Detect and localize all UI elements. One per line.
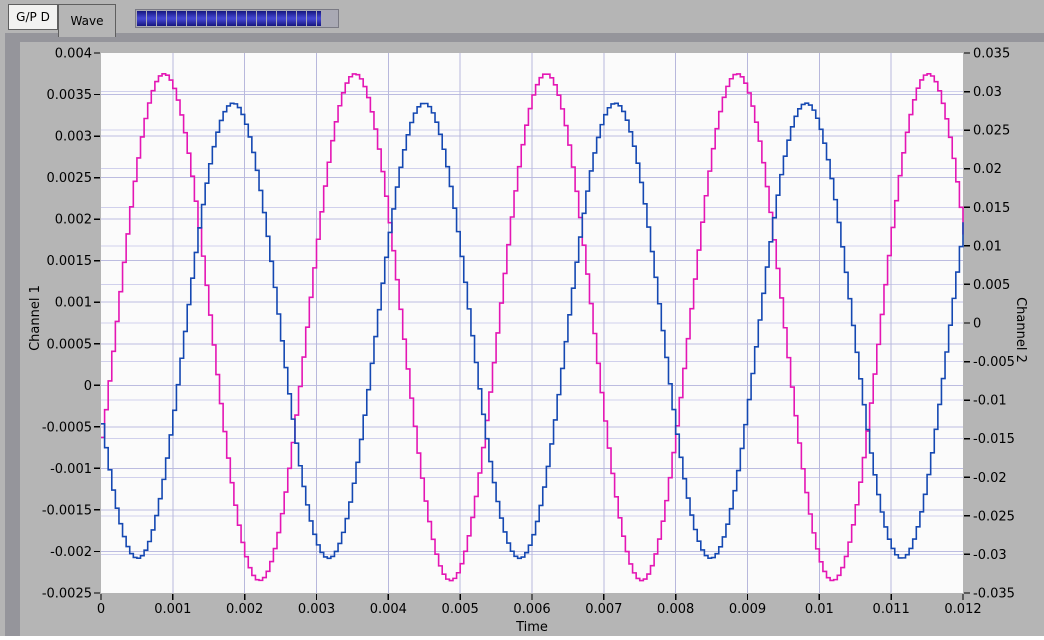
x-tick-label: 0.006 [513,602,550,617]
y-right-tick-label: -0.035 [973,587,1015,602]
progress-bar [135,9,339,28]
y-left-tick-label: 0.0035 [47,88,93,103]
y-right-tick-label: 0.01 [973,239,1002,254]
y-right-tick-label: -0.015 [973,432,1015,447]
y-left-tick-label: 0.001 [55,296,92,311]
progress-segment [197,11,206,26]
x-tick-label: 0.011 [873,602,910,617]
y-right-tick-label: 0.035 [973,47,1010,62]
progress-segment [317,11,321,26]
progress-segment [307,11,316,26]
y-right-axis-title: Channel 2 [1013,297,1028,363]
progress-segment [277,11,286,26]
x-tick-label: 0.001 [154,602,191,617]
x-tick-label: 0 [97,602,105,617]
progress-segment [247,11,256,26]
waveform-plot: 0.004 0.0035 0.003 0.0025 0.002 0.0015 0.001 0.… [28,47,1028,636]
x-tick-label: 0.012 [944,602,981,617]
y-left-tick-label: -0.001 [50,462,92,477]
progress-segment [207,11,216,26]
tab-gpd[interactable]: G/P D [8,4,58,30]
y-right-tick-label: 0.005 [973,278,1010,293]
y-right-tick-label: 0.015 [973,201,1010,216]
tab-strip: G/P D Wave [0,0,1044,37]
progress-segment [217,11,226,26]
y-left-tick-label: -0.002 [50,545,92,560]
y-right-tick-label: -0.02 [973,471,1007,486]
progress-segment [267,11,276,26]
x-tick-label: 0.009 [729,602,766,617]
y-right-tick-label: 0.025 [973,124,1010,139]
progress-segment [177,11,186,26]
x-tick-label: 0.002 [226,602,263,617]
progress-segment [157,11,166,26]
x-tick-label: 0.008 [657,602,694,617]
y-right-tick-label: 0.02 [973,162,1002,177]
x-tick-label: 0.01 [805,602,834,617]
tab-gpd-label: G/P D [16,10,50,24]
tab-wave[interactable]: Wave [58,4,116,37]
y-left-tick-label: 0.003 [55,130,92,145]
x-tick-label: 0.007 [585,602,622,617]
progress-segment [137,11,146,26]
progress-segment [257,11,266,26]
x-tick-label: 0.003 [298,602,335,617]
y-left-tick-label: -0.0005 [42,420,92,435]
y-right-tick-label: -0.025 [973,509,1015,524]
window: G/P D Wave 0.004 0.0035 0.003 0.0025 0.002 0.… [0,0,1044,636]
progress-segment [297,11,306,26]
y-left-tick-label: 0.0005 [47,337,93,352]
y-right-tick-label: 0 [973,317,981,332]
tab-wave-label: Wave [70,14,104,28]
progress-segment [237,11,246,26]
y-right-tick-label: -0.03 [973,548,1007,563]
y-left-tick-label: 0.002 [55,213,92,228]
x-tick-label: 0.004 [370,602,407,617]
y-left-tick-label: 0.004 [55,47,92,62]
y-left-axis-title: Channel 1 [28,285,43,351]
y-left-tick-label: 0.0025 [47,171,93,186]
progress-segment [287,11,296,26]
waveform-graph: 0.004 0.0035 0.003 0.0025 0.002 0.0015 0.001 0.… [20,42,1044,636]
y-left-tick-label: 0 [84,379,92,394]
x-tick-label: 0.005 [442,602,479,617]
progress-segment [147,11,156,26]
progress-segment [227,11,236,26]
y-right-tick-label: 0.03 [973,85,1002,100]
y-right-tick-label: -0.01 [973,394,1007,409]
progress-segment [167,11,176,26]
y-left-tick-label: -0.0015 [42,503,92,518]
y-left-tick-label: 0.0015 [47,254,93,269]
x-axis-title: Time [515,620,548,635]
y-left-tick-label: -0.0025 [42,587,92,602]
y-right-tick-label: -0.005 [973,355,1015,370]
progress-segment [187,11,196,26]
